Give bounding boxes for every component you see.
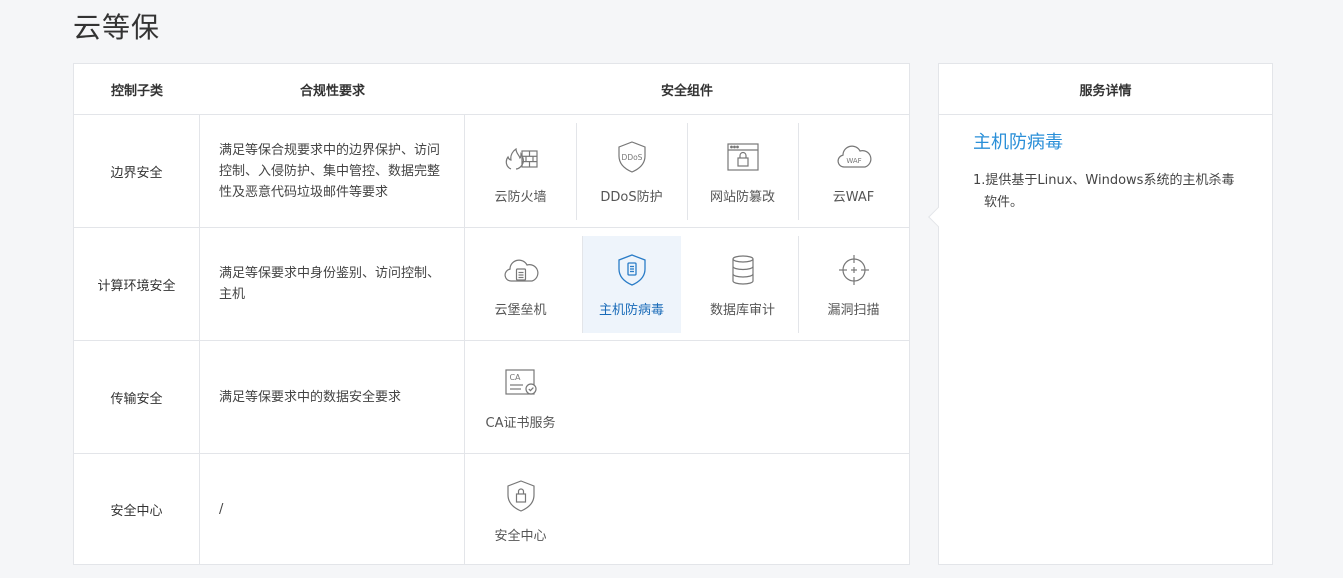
row-subcategory: 边界安全 <box>74 115 200 227</box>
cloud-server-icon <box>499 250 543 290</box>
component-vulnerability-scan[interactable]: 漏洞扫描 <box>798 235 909 333</box>
row-transmission-security: 传输安全 满足等保要求中的数据安全要求 CA CA证书服务 <box>74 341 909 454</box>
shield-server-icon <box>610 250 654 290</box>
row-computing-environment: 计算环境安全 满足等保要求中身份鉴别、访问控制、主机 云堡垒机 主机防病毒 数据… <box>74 228 909 341</box>
component-label: 主机防病毒 <box>598 303 664 318</box>
detail-title: 主机防病毒 <box>973 132 1063 153</box>
detail-description: 1.提供基于Linux、Windows系统的主机杀毒软件。 <box>973 173 1235 210</box>
database-icon <box>721 250 765 290</box>
component-cloud-bastion[interactable]: 云堡垒机 <box>465 236 576 333</box>
component-security-center[interactable]: 安全中心 <box>465 461 576 558</box>
ddos-shield-icon: DDoS <box>610 137 654 177</box>
certificate-icon: CA <box>499 363 543 403</box>
component-label: 数据库审计 <box>709 303 775 318</box>
component-label: 漏洞扫描 <box>827 303 880 318</box>
detail-pointer <box>928 207 948 227</box>
component-ca-certificate[interactable]: CA CA证书服务 <box>465 349 576 446</box>
component-label: 网站防篡改 <box>709 190 775 205</box>
matrix-header: 控制子类 合规性要求 安全组件 <box>74 64 909 115</box>
row-subcategory: 安全中心 <box>74 454 200 565</box>
web-lock-icon <box>721 137 765 177</box>
component-cloud-waf[interactable]: WAF 云WAF <box>798 122 909 220</box>
header-requirement: 合规性要求 <box>299 83 365 99</box>
component-database-audit[interactable]: 数据库审计 <box>687 236 798 333</box>
firewall-icon <box>499 137 543 177</box>
row-subcategory: 计算环境安全 <box>74 228 200 340</box>
ca-icon-text: CA <box>509 373 521 382</box>
component-host-antivirus[interactable]: 主机防病毒 <box>582 235 681 333</box>
row-requirement: 满足等保要求中身份鉴别、访问控制、主机 <box>200 228 465 340</box>
component-label: 云堡垒机 <box>494 303 547 318</box>
row-components: 云防火墙 DDoS DDoS防护 网站防篡改 WAF 云WAF <box>465 115 909 227</box>
component-ddos-protection[interactable]: DDoS DDoS防护 <box>576 122 687 220</box>
row-components: 安全中心 <box>465 454 909 565</box>
component-web-tamper-protection[interactable]: 网站防篡改 <box>687 122 798 220</box>
row-boundary-security: 边界安全 满足等保合规要求中的边界保护、访问控制、入侵防护、集中管控、数据完整性… <box>74 115 909 228</box>
cloud-waf-icon: WAF <box>832 137 876 177</box>
row-requirement: 满足等保合规要求中的边界保护、访问控制、入侵防护、集中管控、数据完整性及恶意代码… <box>200 115 465 227</box>
service-detail-panel: 服务详情 主机防病毒 1.提供基于Linux、Windows系统的主机杀毒软件。 <box>928 63 1273 565</box>
component-cloud-firewall[interactable]: 云防火墙 <box>465 123 576 220</box>
waf-icon-text: WAF <box>846 157 861 165</box>
row-components: CA CA证书服务 <box>465 341 909 453</box>
component-label: 云防火墙 <box>494 190 547 205</box>
crosshair-icon <box>832 250 876 290</box>
component-label: CA证书服务 <box>485 416 556 431</box>
component-label: 云WAF <box>832 190 875 205</box>
row-components: 云堡垒机 主机防病毒 数据库审计 漏洞扫描 <box>465 228 909 340</box>
row-security-center: 安全中心 / 安全中心 <box>74 454 909 565</box>
component-label: 安全中心 <box>494 528 547 544</box>
compliance-matrix: 控制子类 合规性要求 安全组件 边界安全 满足等保合规要求中的边界保护、访问控制… <box>73 63 910 565</box>
row-subcategory: 传输安全 <box>74 341 200 453</box>
ddos-icon-text: DDoS <box>621 153 642 162</box>
row-requirement: / <box>200 454 465 565</box>
row-requirement: 满足等保要求中的数据安全要求 <box>200 341 465 453</box>
header-subcategory: 控制子类 <box>110 83 163 99</box>
page-title: 云等保 <box>73 11 161 44</box>
component-label: DDoS防护 <box>600 190 663 205</box>
detail-header: 服务详情 <box>939 64 1272 115</box>
shield-lock-icon <box>499 476 543 516</box>
header-components: 安全组件 <box>660 83 713 99</box>
